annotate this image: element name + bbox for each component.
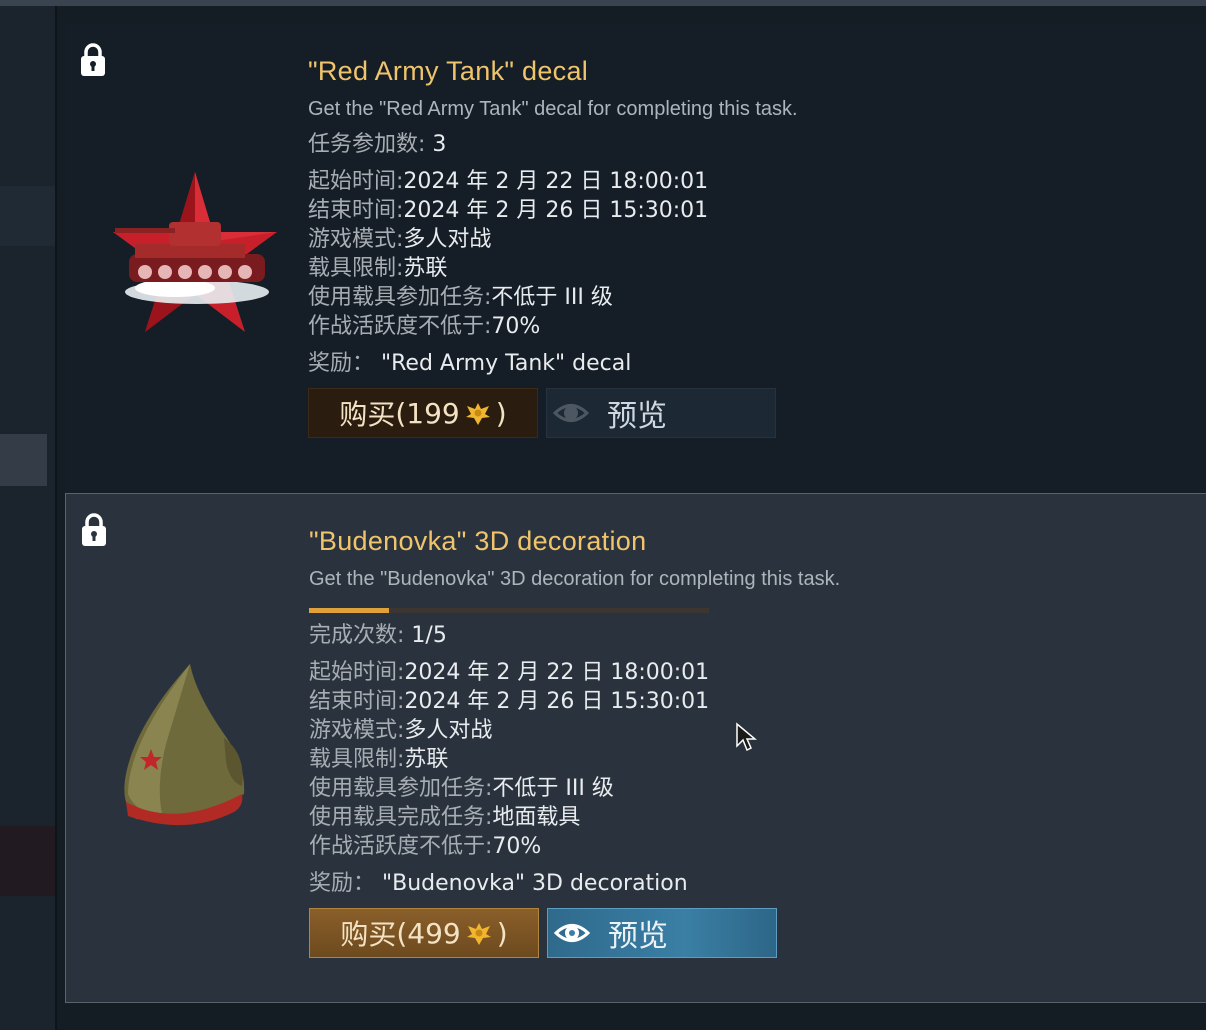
detail-label: 作战活跃度不低于:	[308, 314, 492, 339]
detail-value: 2024 年 2 月 22 日 18:00:01	[403, 169, 709, 194]
divider	[55, 6, 57, 1030]
participation-row: 任务参加数: 3	[308, 130, 1188, 159]
detail-label: 作战活跃度不低于:	[309, 834, 493, 859]
buy-label: 购买	[339, 398, 396, 431]
detail-row: 使用载具参加任务:不低于 III 级	[308, 283, 1188, 312]
eye-icon	[554, 924, 590, 942]
detail-label: 起始时间:	[308, 169, 404, 194]
detail-value: 多人对战	[403, 227, 492, 252]
detail-row: 起始时间:2024 年 2 月 22 日 18:00:01	[309, 658, 1189, 687]
left-panel-item[interactable]	[0, 186, 55, 246]
detail-value: 2024 年 2 月 22 日 18:00:01	[404, 660, 710, 685]
task-card-red-army-tank[interactable]: "Red Army Tank" decal Get the "Red Army …	[65, 24, 1206, 492]
detail-row: 载具限制:苏联	[308, 254, 1188, 283]
participation-label: 任务参加数:	[308, 132, 426, 157]
budenovka-hat-image	[124, 664, 245, 826]
task-title: "Red Army Tank" decal	[308, 56, 589, 86]
detail-value: 2024 年 2 月 26 日 15:30:01	[403, 198, 709, 223]
detail-label: 结束时间:	[309, 689, 405, 714]
reward-label: 奖励：	[308, 351, 375, 376]
buy-price: 499	[407, 916, 461, 950]
detail-row: 作战活跃度不低于:70%	[309, 832, 1189, 861]
preview-button[interactable]: 预览	[546, 388, 776, 438]
detail-row: 结束时间:2024 年 2 月 26 日 15:30:01	[308, 196, 1188, 225]
completion-row: 完成次数: 1/5	[309, 621, 1189, 650]
participation-value: 3	[432, 132, 447, 157]
detail-value: 地面载具	[492, 805, 581, 830]
reward-row: 奖励： "Budenovka" 3D decoration	[309, 869, 1189, 898]
left-panel-item[interactable]	[0, 826, 55, 896]
reward-value: "Budenovka" 3D decoration	[382, 871, 688, 896]
detail-value: 多人对战	[404, 718, 493, 743]
detail-label: 结束时间:	[308, 198, 404, 223]
task-description: Get the "Red Army Tank" decal for comple…	[308, 98, 798, 120]
detail-value: 70%	[492, 834, 542, 859]
detail-row: 使用载具参加任务:不低于 III 级	[309, 774, 1189, 803]
red-army-tank-decal-image	[113, 172, 277, 332]
reward-row: 奖励： "Red Army Tank" decal	[308, 349, 1188, 378]
detail-value: 苏联	[404, 747, 449, 772]
buy-paren-open: (	[395, 396, 407, 430]
buy-paren-open: (	[396, 916, 408, 950]
detail-row: 起始时间:2024 年 2 月 22 日 18:00:01	[308, 167, 1188, 196]
buy-label: 购买	[340, 918, 397, 951]
detail-label: 载具限制:	[309, 747, 405, 772]
completion-value: 1/5	[411, 623, 447, 648]
detail-value: 70%	[491, 314, 541, 339]
detail-label: 使用载具参加任务:	[308, 285, 492, 310]
detail-value: 苏联	[403, 256, 448, 281]
detail-label: 使用载具参加任务:	[309, 776, 493, 801]
detail-label: 使用载具完成任务:	[309, 805, 493, 830]
task-description: Get the "Budenovka" 3D decoration for co…	[309, 568, 841, 590]
task-card-budenovka[interactable]: "Budenovka" 3D decoration Get the "Buden…	[65, 493, 1206, 1003]
top-bar	[0, 0, 1206, 6]
completion-label: 完成次数:	[309, 623, 405, 648]
detail-row: 游戏模式:多人对战	[308, 225, 1188, 254]
reward-value: "Red Army Tank" decal	[381, 351, 632, 376]
detail-label: 载具限制:	[308, 256, 404, 281]
detail-value: 2024 年 2 月 26 日 15:30:01	[404, 689, 710, 714]
detail-row: 作战活跃度不低于:70%	[308, 312, 1188, 341]
lock-icon	[81, 43, 105, 76]
task-title: "Budenovka" 3D decoration	[309, 526, 647, 556]
detail-row: 使用载具完成任务:地面载具	[309, 803, 1189, 832]
eye-icon	[553, 404, 589, 422]
detail-row: 结束时间:2024 年 2 月 26 日 15:30:01	[309, 687, 1189, 716]
completion-progress-bar	[309, 608, 709, 613]
left-panel	[0, 6, 55, 1030]
progress-fill	[309, 608, 389, 613]
detail-label: 游戏模式:	[308, 227, 404, 252]
detail-label: 起始时间:	[309, 660, 405, 685]
buy-button[interactable]: 购买 ( 499 )	[309, 908, 539, 958]
mouse-cursor-icon	[736, 722, 757, 752]
detail-value: 不低于 III 级	[491, 285, 613, 310]
buy-button[interactable]: 购买 ( 199 )	[308, 388, 538, 438]
lock-icon	[82, 513, 106, 546]
buy-paren-close: )	[496, 916, 508, 950]
preview-label: 预览	[608, 919, 668, 954]
detail-value: 不低于 III 级	[492, 776, 614, 801]
buy-paren-close: )	[495, 396, 507, 430]
preview-label: 预览	[607, 399, 667, 434]
detail-label: 游戏模式:	[309, 718, 405, 743]
reward-label: 奖励：	[309, 871, 376, 896]
golden-eagle-icon	[465, 403, 490, 425]
preview-button[interactable]: 预览	[547, 908, 777, 958]
left-panel-selected-item[interactable]	[0, 434, 47, 486]
golden-eagle-icon	[466, 923, 491, 945]
buy-price: 199	[406, 396, 460, 430]
